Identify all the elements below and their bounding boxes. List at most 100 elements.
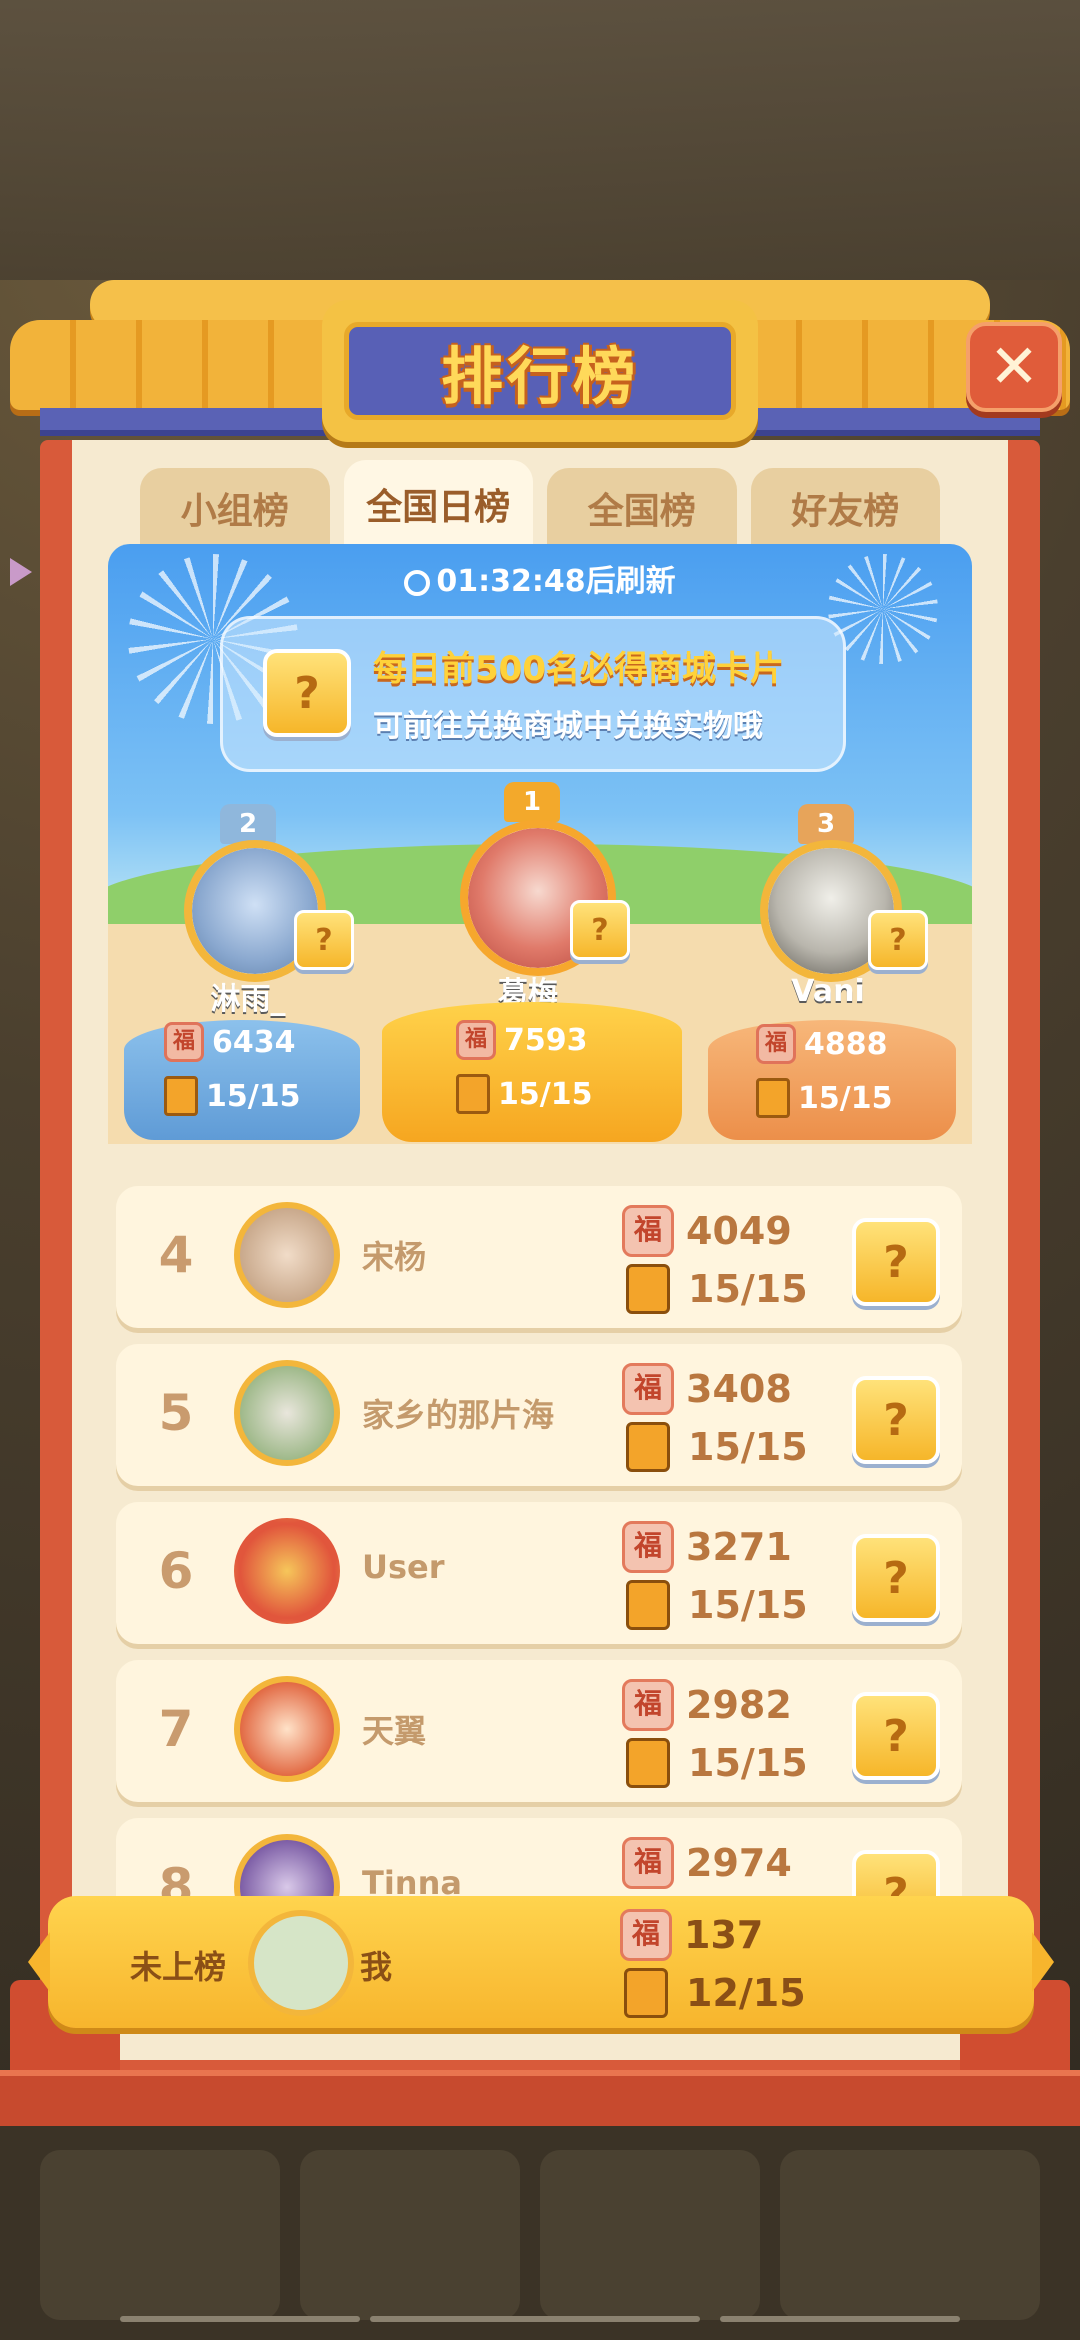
- score-value: 4888: [804, 1026, 888, 1062]
- ranking-row[interactable]: 5 家乡的那片海 福 3408 15/15 ?: [116, 1344, 962, 1486]
- timer-suffix: 后刷新: [585, 564, 676, 599]
- background-bottom: [0, 2120, 1080, 2340]
- progress-value: 15/15: [688, 1583, 808, 1627]
- book-icon: [626, 1264, 670, 1314]
- progress: 15/15: [456, 1074, 592, 1114]
- score-value: 3408: [686, 1367, 792, 1411]
- book-icon: [624, 1968, 668, 2018]
- progress-value: 15/15: [798, 1080, 893, 1116]
- fu-icon: 福: [622, 1205, 674, 1257]
- book-icon: [756, 1078, 790, 1118]
- refresh-timer: 01:32:48后刷新: [108, 556, 972, 600]
- avatar: [234, 1518, 340, 1624]
- progress-value: 12/15: [686, 1971, 806, 2015]
- close-icon: ✕: [988, 332, 1040, 402]
- ranking-row[interactable]: 4 宋杨 福 4049 15/15 ?: [116, 1186, 962, 1328]
- score-value: 137: [684, 1913, 764, 1957]
- progress-value: 15/15: [498, 1076, 593, 1112]
- reward-banner: ? 每日前500名必得商城卡片 可前往兑换商城中兑换实物哦: [220, 616, 846, 772]
- score-value: 2974: [686, 1841, 792, 1885]
- fu-icon: 福: [456, 1020, 496, 1060]
- score-value: 2982: [686, 1683, 792, 1727]
- ranking-row[interactable]: 8 Tinna 福 2974 ?: [116, 1818, 962, 1906]
- progress-value: 15/15: [206, 1078, 301, 1114]
- player-name: 天翼: [362, 1712, 427, 1750]
- player-stats: 福 2974: [622, 1834, 792, 1892]
- crown-1-icon: 1: [504, 782, 560, 822]
- score-value: 6434: [212, 1024, 296, 1060]
- player-name: User: [362, 1548, 445, 1586]
- player-stats: 福 3408 15/15: [622, 1360, 808, 1476]
- frame-base: [0, 2070, 1080, 2126]
- mystery-card-icon: ?: [852, 1376, 940, 1464]
- rank-number: 4: [158, 1226, 194, 1284]
- ranking-list[interactable]: 4 宋杨 福 4049 15/15 ? 5 家乡的那片海 福 3408 15/15 …: [116, 1186, 962, 1906]
- fu-icon: 福: [756, 1024, 796, 1064]
- mystery-card-icon: ?: [263, 649, 351, 737]
- podium-panel: 01:32:48后刷新 ? 每日前500名必得商城卡片 可前往兑换商城中兑换实物…: [108, 544, 972, 1144]
- player-name: 家乡的那片海: [362, 1396, 555, 1434]
- progress-value: 15/15: [688, 1425, 808, 1469]
- banner-line-2: 可前往兑换商城中兑换实物哦: [373, 709, 763, 744]
- progress: 15/15: [164, 1076, 300, 1116]
- score: 福 6434: [164, 1022, 296, 1062]
- player-name: 宋杨: [362, 1238, 427, 1276]
- mystery-card-icon: ?: [852, 1534, 940, 1622]
- ranking-row[interactable]: 7 天翼 福 2982 15/15 ?: [116, 1660, 962, 1802]
- background-top: [0, 0, 1080, 280]
- close-button[interactable]: ✕: [966, 322, 1062, 412]
- avatar: [248, 1910, 354, 2016]
- fu-icon: 福: [622, 1679, 674, 1731]
- book-icon: [456, 1074, 490, 1114]
- book-icon: [626, 1422, 670, 1472]
- rank-number: 5: [158, 1384, 194, 1442]
- book-icon: [626, 1738, 670, 1788]
- player-name: 淋雨_: [210, 982, 286, 1017]
- tab-friends[interactable]: 好友榜: [750, 468, 940, 548]
- avatar: [234, 1202, 340, 1308]
- bar-end-left: [28, 1932, 50, 1992]
- rank-number: 6: [158, 1542, 194, 1600]
- crown-2-icon: 2: [220, 804, 276, 844]
- fu-icon: 福: [622, 1837, 674, 1889]
- score-value: 7593: [504, 1022, 588, 1058]
- page-title: 排行榜: [440, 340, 639, 413]
- mystery-card-icon: ?: [852, 1692, 940, 1780]
- fu-icon: 福: [620, 1909, 672, 1961]
- progress-value: 15/15: [688, 1741, 808, 1785]
- tab-national[interactable]: 全国榜: [547, 468, 737, 548]
- tab-group[interactable]: 小组榜: [140, 468, 330, 548]
- my-name: 我: [360, 1948, 393, 1986]
- timer-value: 01:32:48: [436, 564, 586, 599]
- banner-line-1: 每日前500名必得商城卡片: [373, 649, 784, 689]
- leaderboard-tabs: 小组榜 全国日榜 全国榜 好友榜: [140, 460, 940, 548]
- ranking-row[interactable]: 6 User 福 3271 15/15 ?: [116, 1502, 962, 1644]
- avatar: [234, 1360, 340, 1466]
- score-value: 4049: [686, 1209, 792, 1253]
- fu-icon: 福: [164, 1022, 204, 1062]
- mystery-card-icon: ?: [852, 1218, 940, 1306]
- mystery-card-icon: ?: [294, 910, 354, 970]
- title-plaque: 排行榜: [322, 300, 758, 442]
- score: 福 7593: [456, 1020, 588, 1060]
- mystery-card-icon: ?: [868, 910, 928, 970]
- fu-icon: 福: [622, 1521, 674, 1573]
- player-stats: 福 4049 15/15: [622, 1202, 808, 1318]
- progress: 15/15: [756, 1078, 892, 1118]
- player-stats: 福 3271 15/15: [622, 1518, 808, 1634]
- tab-national-daily[interactable]: 全国日榜: [343, 460, 533, 548]
- book-icon: [164, 1076, 198, 1116]
- mystery-card-icon: ?: [570, 900, 630, 960]
- score-value: 3271: [686, 1525, 792, 1569]
- avatar: [234, 1676, 340, 1782]
- bar-end-right: [1032, 1932, 1054, 1992]
- rank-number: 7: [158, 1700, 194, 1758]
- side-expand-arrow-icon[interactable]: [10, 558, 32, 586]
- crown-3-icon: 3: [798, 804, 854, 844]
- progress-value: 15/15: [688, 1267, 808, 1311]
- score: 福 4888: [756, 1024, 888, 1064]
- fu-icon: 福: [622, 1363, 674, 1415]
- my-stats: 福 137 12/15: [620, 1906, 806, 2022]
- player-name: Vani: [791, 974, 865, 1009]
- my-rank-bar[interactable]: 未上榜 我 福 137 12/15: [28, 1896, 1054, 2028]
